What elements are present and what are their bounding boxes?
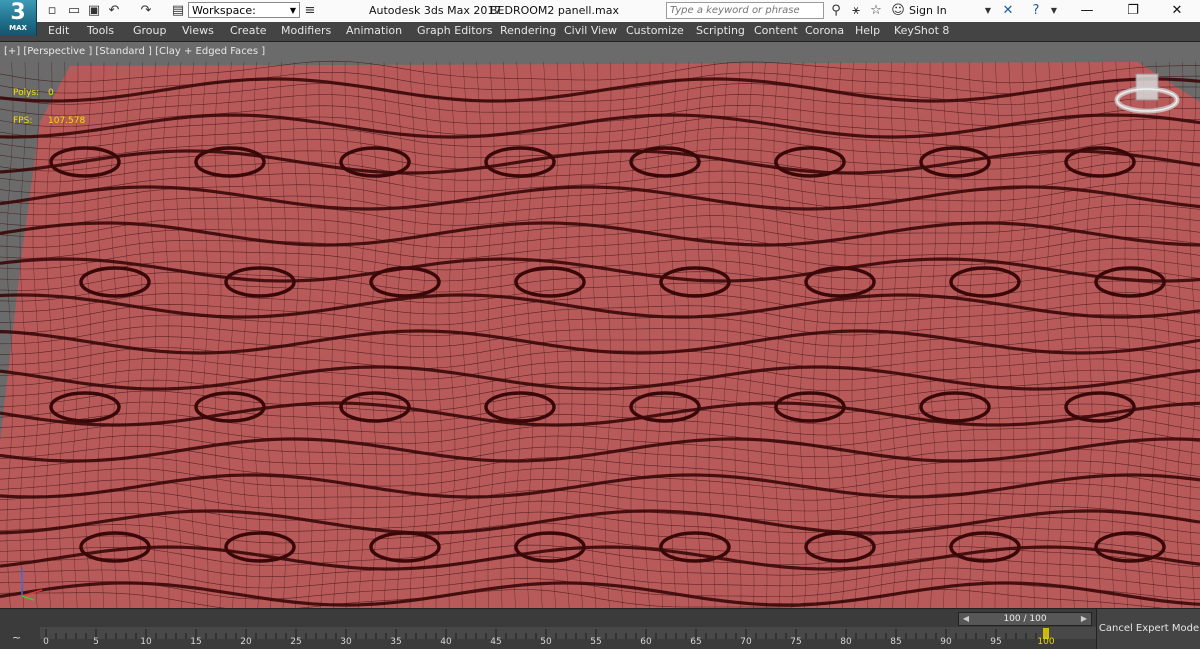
- communication-icon[interactable]: ⚹: [848, 3, 864, 19]
- menu-rendering[interactable]: Rendering: [500, 24, 556, 37]
- track-tick-label: 70: [740, 637, 752, 647]
- track-tick-label: 15: [190, 637, 202, 647]
- menu-views[interactable]: Views: [182, 24, 214, 37]
- workspace-dropdown[interactable]: Workspace: Default ▼: [188, 2, 300, 33]
- search-input[interactable]: [666, 2, 824, 19]
- menu-group[interactable]: Group: [133, 24, 167, 37]
- workspace-icon[interactable]: ▤: [170, 3, 186, 19]
- menu-content[interactable]: Content: [754, 24, 798, 37]
- sign-in-chevron-icon[interactable]: ▼: [980, 3, 996, 19]
- open-folder-icon[interactable]: ▭: [66, 3, 82, 19]
- binoculars-icon[interactable]: ⚲: [828, 3, 844, 19]
- time-slider-prev-icon[interactable]: ◀: [961, 613, 971, 625]
- overflow-menu-icon[interactable]: ≡: [302, 3, 318, 19]
- app-logo-digit: 3: [10, 0, 26, 25]
- menu-edit[interactable]: Edit: [48, 24, 69, 37]
- x-icon[interactable]: ✕: [1000, 3, 1016, 19]
- track-tick-label: 0: [43, 637, 49, 647]
- polys-label: Polys:: [13, 88, 40, 98]
- file-title: BEDROOM2 panell.max: [490, 4, 619, 17]
- menu-animation[interactable]: Animation: [346, 24, 402, 37]
- track-tick-label: 55: [590, 637, 602, 647]
- menu-civil-view[interactable]: Civil View: [564, 24, 617, 37]
- close-icon[interactable]: ✕: [1154, 0, 1200, 22]
- menu-tools[interactable]: Tools: [87, 24, 114, 37]
- fps-label: FPS:: [13, 116, 33, 126]
- track-tick-label: 60: [640, 637, 652, 647]
- menu-keyshot[interactable]: KeyShot 8: [894, 24, 949, 37]
- track-tick-label: 25: [290, 637, 302, 647]
- maximize-icon[interactable]: ❐: [1110, 0, 1156, 22]
- track-tick-label: 80: [840, 637, 852, 647]
- user-icon[interactable]: ☺: [890, 3, 906, 19]
- help-icon[interactable]: ?: [1028, 3, 1044, 19]
- menu-graph-editors[interactable]: Graph Editors: [417, 24, 493, 37]
- app-title: Autodesk 3ds Max 2017: [369, 4, 502, 17]
- track-tick-label: 10: [140, 637, 152, 647]
- axis-tripod-icon: [21, 568, 43, 601]
- time-slider[interactable]: ◀ 100 / 100 ▶: [958, 612, 1092, 626]
- sign-in-button[interactable]: Sign In: [909, 4, 947, 17]
- star-icon[interactable]: ☆: [868, 3, 884, 19]
- help-chevron-icon[interactable]: ▼: [1046, 3, 1062, 19]
- track-tick-label: 65: [690, 637, 702, 647]
- time-bar: ◀ 100 / 100 ▶ ~ 0 5 10 15 20 25 30 35 40 45 50 55 60…: [0, 608, 1200, 649]
- chevron-down-icon: ▼: [289, 6, 296, 15]
- viewcube[interactable]: [1112, 70, 1182, 130]
- wave-panel-mesh[interactable]: [0, 42, 1200, 608]
- menu-modifiers[interactable]: Modifiers: [281, 24, 331, 37]
- track-tick-label: 30: [340, 637, 352, 647]
- menu-customize[interactable]: Customize: [626, 24, 684, 37]
- cancel-expert-mode-button[interactable]: Cancel Expert Mode: [1096, 609, 1200, 649]
- fps-value: 107.578: [48, 116, 86, 126]
- new-file-icon[interactable]: ▫: [44, 3, 60, 19]
- track-tick-label: 90: [940, 637, 952, 647]
- menu-corona[interactable]: Corona: [805, 24, 844, 37]
- mesh-surface[interactable]: [0, 62, 1200, 608]
- track-tick-label: 5: [93, 637, 99, 647]
- time-slider-value: 100 / 100: [1003, 614, 1047, 624]
- redo-icon[interactable]: ↷: [138, 3, 154, 19]
- track-tick-label: 85: [890, 637, 902, 647]
- perspective-viewport[interactable]: [+] [Perspective ] [Standard ] [Clay + E…: [0, 42, 1200, 608]
- track-tick-labels: 0 5 10 15 20 25 30 35 40 45 50 55 60 65 70 75 80 85 90 95 10…: [0, 637, 1100, 649]
- menu-bar: Edit Tools Group Views Create Modifiers …: [0, 22, 1200, 42]
- menu-create[interactable]: Create: [230, 24, 267, 37]
- track-tick-label: 50: [540, 637, 552, 647]
- track-tick-label: 40: [440, 637, 452, 647]
- menu-scripting[interactable]: Scripting: [696, 24, 745, 37]
- undo-icon[interactable]: ↶: [106, 3, 122, 19]
- track-tick-label: 20: [240, 637, 252, 647]
- polys-value: 0: [48, 88, 54, 98]
- track-tick-label: 95: [990, 637, 1002, 647]
- title-bar: 3 MAX ▫ ▭ ▣ ↶ ↷ ▤ Workspace: Default ▼ ≡…: [0, 0, 1200, 36]
- track-tick-label: 45: [490, 637, 502, 647]
- app-menu-button[interactable]: 3 MAX: [0, 0, 37, 36]
- viewport-label[interactable]: [+] [Perspective ] [Standard ] [Clay + E…: [4, 46, 265, 57]
- track-tick-label: 100: [1037, 637, 1055, 647]
- track-tick-label: 75: [790, 637, 802, 647]
- minimize-icon[interactable]: —: [1064, 0, 1110, 22]
- track-tick-label: 35: [390, 637, 402, 647]
- app-logo-text: MAX: [9, 24, 27, 32]
- menu-help[interactable]: Help: [855, 24, 880, 37]
- time-slider-next-icon[interactable]: ▶: [1079, 613, 1089, 625]
- save-icon[interactable]: ▣: [86, 3, 102, 19]
